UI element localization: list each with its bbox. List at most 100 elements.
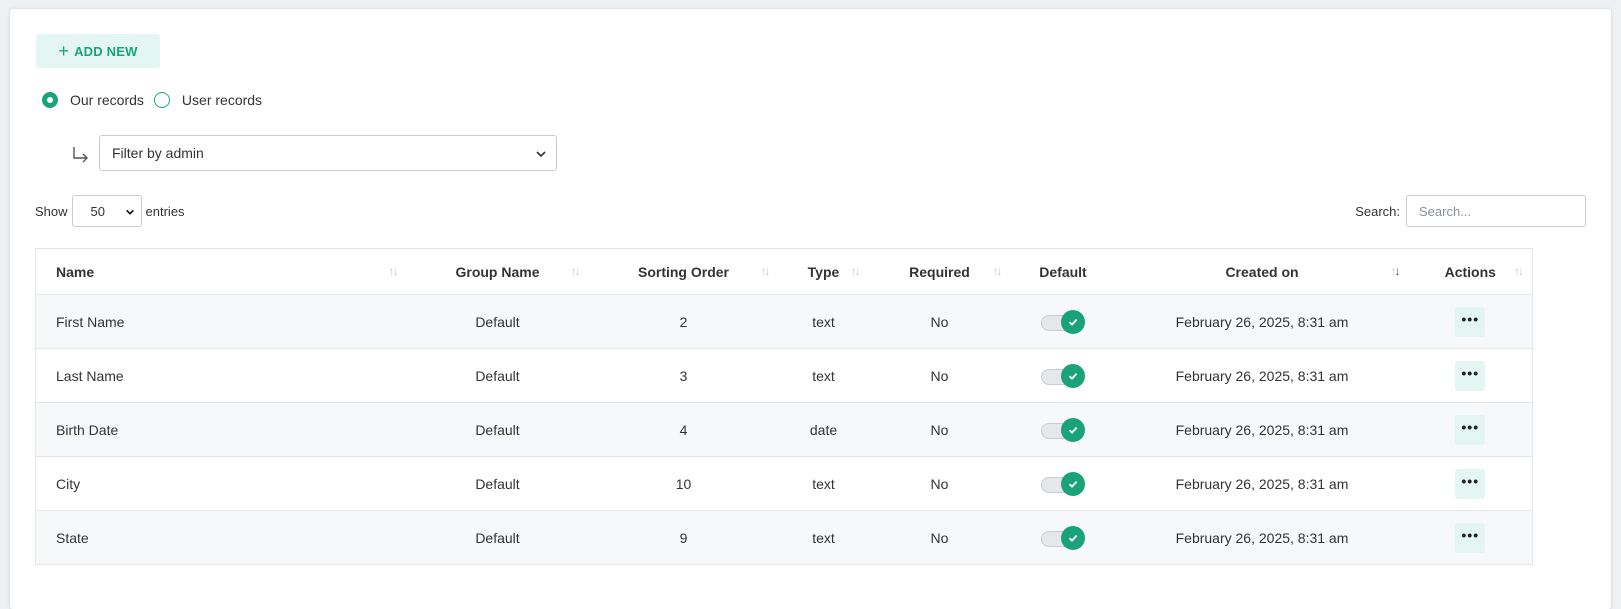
table-body: First Name Default 2 text No February 26… bbox=[35, 294, 1533, 565]
entries-label: entries bbox=[145, 203, 185, 219]
cell-group-name: Default bbox=[406, 402, 589, 457]
default-toggle[interactable] bbox=[1041, 471, 1085, 496]
cell-name: City bbox=[35, 456, 407, 511]
more-horizontal-icon: ••• bbox=[1461, 364, 1480, 381]
cell-name: Birth Date bbox=[35, 402, 407, 457]
add-new-button[interactable]: + ADD NEW bbox=[36, 34, 160, 68]
cell-name: Last Name bbox=[35, 348, 407, 403]
records-radio-group: Our records User records bbox=[42, 92, 272, 108]
cell-actions: ••• bbox=[1408, 510, 1533, 565]
table-row: First Name Default 2 text No February 26… bbox=[35, 294, 1533, 349]
radio-our-records-label[interactable]: Our records bbox=[70, 92, 144, 108]
row-actions-button[interactable]: ••• bbox=[1455, 522, 1486, 553]
cell-group-name: Default bbox=[406, 510, 589, 565]
cell-type: date bbox=[778, 402, 869, 457]
cell-required: No bbox=[868, 348, 1011, 403]
cell-actions: ••• bbox=[1408, 294, 1533, 349]
default-toggle[interactable] bbox=[1041, 363, 1085, 388]
cell-default bbox=[1010, 402, 1116, 457]
search-label: Search: bbox=[1355, 203, 1400, 219]
column-header-group-name[interactable]: Group Name ↑↓ bbox=[406, 248, 589, 295]
cell-sorting-order: 9 bbox=[588, 510, 779, 565]
admin-filter-value: Filter by admin bbox=[112, 145, 204, 161]
table-row: City Default 10 text No February 26, 202… bbox=[35, 456, 1533, 511]
entries-value: 50 bbox=[90, 203, 105, 219]
cell-group-name: Default bbox=[406, 456, 589, 511]
sort-icon: ↑↓ bbox=[992, 264, 1003, 278]
cell-required: No bbox=[868, 456, 1011, 511]
table-search: Search: bbox=[1355, 195, 1586, 227]
subdirectory-arrow-icon bbox=[73, 147, 88, 163]
chevron-down-icon bbox=[125, 209, 134, 215]
column-header-type[interactable]: Type ↑↓ bbox=[778, 248, 869, 295]
column-header-sorting-order[interactable]: Sorting Order ↑↓ bbox=[588, 248, 779, 295]
table-row: Birth Date Default 4 date No February 26… bbox=[35, 402, 1533, 457]
cell-created-on: February 26, 2025, 8:31 am bbox=[1115, 456, 1409, 511]
cell-required: No bbox=[868, 294, 1011, 349]
search-input[interactable] bbox=[1406, 195, 1586, 227]
check-icon bbox=[1061, 309, 1085, 334]
fields-table: Name ↑↓ Group Name ↑↓ Sorting Order ↑↓ Type… bbox=[35, 248, 1533, 565]
cell-actions: ••• bbox=[1408, 456, 1533, 511]
default-toggle[interactable] bbox=[1041, 417, 1085, 442]
check-icon bbox=[1061, 417, 1085, 442]
cell-name: State bbox=[35, 510, 407, 565]
default-toggle[interactable] bbox=[1041, 525, 1085, 550]
column-header-created-on[interactable]: Created on ↑↓ bbox=[1115, 248, 1409, 295]
entries-select[interactable]: 50 bbox=[71, 195, 142, 227]
more-horizontal-icon: ••• bbox=[1461, 418, 1480, 435]
cell-created-on: February 26, 2025, 8:31 am bbox=[1115, 348, 1409, 403]
sort-icon: ↑↓ bbox=[1514, 264, 1524, 278]
row-actions-button[interactable]: ••• bbox=[1455, 360, 1486, 391]
cell-sorting-order: 3 bbox=[588, 348, 779, 403]
cell-sorting-order: 2 bbox=[588, 294, 779, 349]
cell-default bbox=[1010, 510, 1116, 565]
row-actions-button[interactable]: ••• bbox=[1455, 468, 1486, 499]
cell-actions: ••• bbox=[1408, 348, 1533, 403]
sort-desc-icon: ↑↓ bbox=[1390, 264, 1401, 278]
cell-default bbox=[1010, 348, 1116, 403]
cell-type: text bbox=[778, 348, 869, 403]
table-row: Last Name Default 3 text No February 26,… bbox=[35, 348, 1533, 403]
cell-created-on: February 26, 2025, 8:31 am bbox=[1115, 294, 1409, 349]
table-row: State Default 9 text No February 26, 202… bbox=[35, 510, 1533, 565]
column-header-required[interactable]: Required ↑↓ bbox=[868, 248, 1011, 295]
cell-group-name: Default bbox=[406, 294, 589, 349]
cell-created-on: February 26, 2025, 8:31 am bbox=[1115, 510, 1409, 565]
content-card: + ADD NEW Our records User records Filte… bbox=[10, 9, 1611, 609]
row-actions-button[interactable]: ••• bbox=[1455, 306, 1486, 337]
column-header-default: Default bbox=[1010, 248, 1116, 295]
entries-length-control: Show 50 entries bbox=[35, 195, 185, 227]
cell-default bbox=[1010, 456, 1116, 511]
table-header-row: Name ↑↓ Group Name ↑↓ Sorting Order ↑↓ Type… bbox=[35, 248, 1533, 295]
cell-required: No bbox=[868, 402, 1011, 457]
more-horizontal-icon: ••• bbox=[1461, 310, 1480, 327]
check-icon bbox=[1061, 525, 1085, 550]
admin-filter-select[interactable]: Filter by admin bbox=[99, 135, 557, 171]
radio-user-records-label[interactable]: User records bbox=[182, 92, 262, 108]
show-label: Show bbox=[35, 203, 68, 219]
cell-type: text bbox=[778, 510, 869, 565]
cell-name: First Name bbox=[35, 294, 407, 349]
radio-our-records[interactable] bbox=[42, 92, 58, 108]
cell-type: text bbox=[778, 456, 869, 511]
cell-type: text bbox=[778, 294, 869, 349]
sort-icon: ↑↓ bbox=[570, 264, 581, 278]
radio-user-records[interactable] bbox=[153, 92, 170, 108]
cell-actions: ••• bbox=[1408, 402, 1533, 457]
cell-group-name: Default bbox=[406, 348, 589, 403]
cell-sorting-order: 4 bbox=[588, 402, 779, 457]
more-horizontal-icon: ••• bbox=[1461, 526, 1480, 543]
plus-icon: + bbox=[58, 41, 70, 61]
check-icon bbox=[1061, 471, 1085, 496]
default-toggle[interactable] bbox=[1041, 309, 1085, 334]
check-icon bbox=[1061, 363, 1085, 388]
cell-default bbox=[1010, 294, 1116, 349]
row-actions-button[interactable]: ••• bbox=[1455, 414, 1486, 445]
column-header-actions[interactable]: Actions ↑↓ bbox=[1408, 248, 1533, 295]
chevron-down-icon bbox=[536, 151, 546, 158]
sort-icon: ↑↓ bbox=[760, 264, 771, 278]
column-header-name[interactable]: Name ↑↓ bbox=[35, 248, 407, 295]
add-new-label: ADD NEW bbox=[74, 43, 138, 59]
cell-created-on: February 26, 2025, 8:31 am bbox=[1115, 402, 1409, 457]
